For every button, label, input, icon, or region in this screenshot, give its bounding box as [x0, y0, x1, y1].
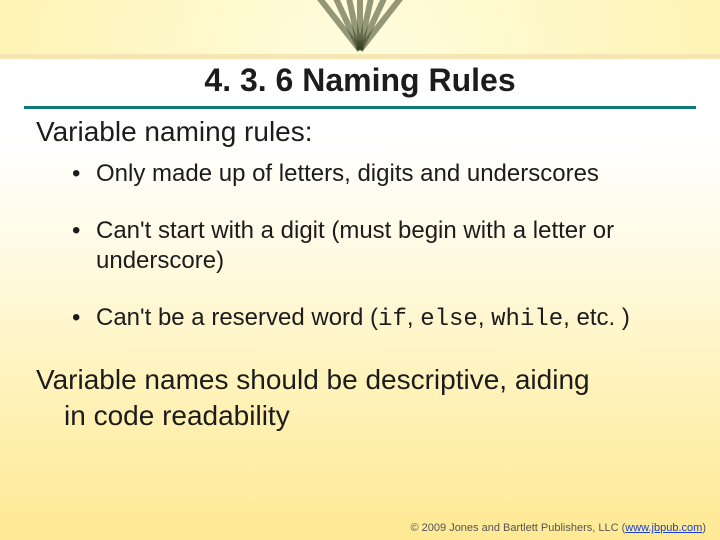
bullet-text: Can't be a reserved word (: [96, 304, 378, 331]
title-underline: [24, 106, 696, 109]
bullet-list: Only made up of letters, digits and unde…: [66, 159, 690, 336]
separator: ,: [478, 304, 491, 331]
bullet-text: Only made up of letters, digits and unde…: [96, 160, 599, 187]
banner-divider: [0, 54, 720, 59]
bullet-item: Only made up of letters, digits and unde…: [66, 159, 690, 190]
code-keyword: else: [420, 306, 478, 333]
bullet-item: Can't be a reserved word (if, else, whil…: [66, 303, 690, 336]
slide: 4. 3. 6 Naming Rules Variable naming rul…: [0, 0, 720, 540]
content-area: Variable naming rules: Only made up of l…: [36, 114, 690, 435]
banner-decor: [0, 0, 720, 54]
separator: ,: [563, 304, 570, 331]
footer-prefix: © 2009 Jones and Bartlett Publishers, LL…: [411, 522, 626, 534]
bullet-tail: etc. ): [570, 304, 630, 331]
footer-suffix: ): [702, 522, 706, 534]
closing-line: Variable names should be descriptive, ai…: [36, 364, 590, 395]
closing-line: in code readability: [36, 398, 690, 434]
intro-heading: Variable naming rules:: [36, 114, 690, 149]
closing-text: Variable names should be descriptive, ai…: [36, 362, 690, 435]
footer-link[interactable]: www.jbpub.com: [625, 522, 702, 534]
code-keyword: while: [491, 306, 563, 333]
separator: ,: [407, 304, 420, 331]
footer: © 2009 Jones and Bartlett Publishers, LL…: [411, 522, 707, 534]
bullet-item: Can't start with a digit (must begin wit…: [66, 216, 690, 277]
code-keyword: if: [378, 306, 407, 333]
bullet-text: Can't start with a digit (must begin wit…: [96, 217, 614, 275]
slide-title: 4. 3. 6 Naming Rules: [0, 62, 720, 99]
